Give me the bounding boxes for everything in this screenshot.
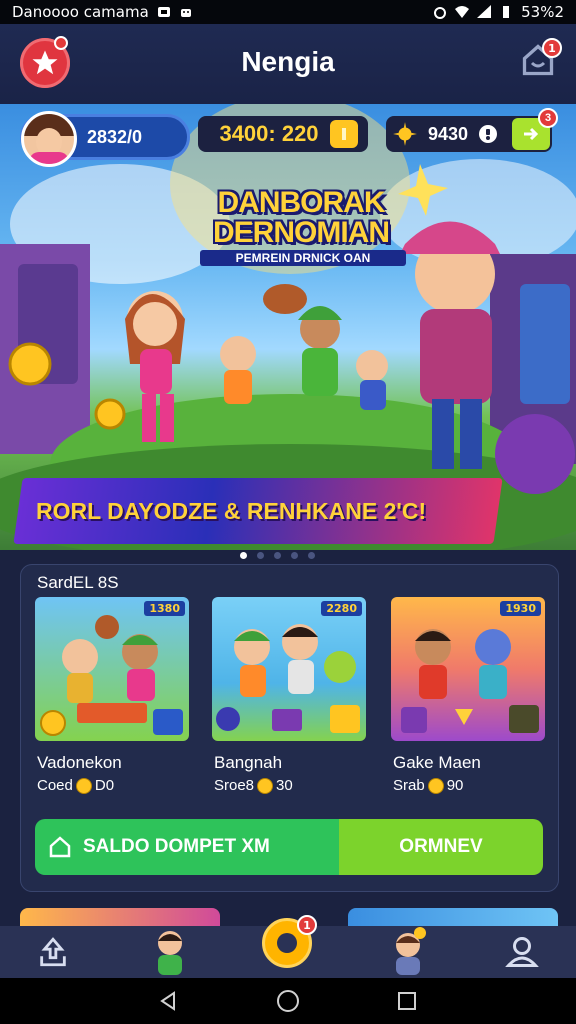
price-label: Coed [37, 777, 73, 794]
profile-icon [505, 937, 539, 967]
card-title: Bangnah [214, 753, 283, 772]
card-badge: 1930 [500, 601, 541, 616]
player-pill[interactable]: 2832/0 [20, 111, 190, 167]
coins-pill[interactable]: 3400: 220 [198, 116, 368, 152]
system-nav-bar [0, 978, 576, 1024]
card-art [401, 629, 539, 733]
info-icon [479, 125, 498, 143]
status-bar: Danoooo camama 53%2 [0, 0, 576, 24]
gems-value: 9430 [428, 123, 469, 144]
price-value: D0 [94, 777, 115, 794]
game-card[interactable]: 2280 Bangnah Sroe8 30 [212, 597, 366, 794]
battery-text: 53%2 [521, 3, 564, 21]
gems-badge: 3 [538, 108, 558, 128]
section-title: SardEL 8S [37, 573, 119, 592]
carousel-dot[interactable] [274, 552, 281, 559]
game-thumbnail: 1380 [35, 597, 189, 741]
promo-text[interactable]: RORL DAYODZE & RENHKANE 2'C! [36, 498, 486, 525]
nav-friends[interactable] [146, 926, 194, 978]
back-icon[interactable] [158, 990, 180, 1012]
app-header: Nengia 1 [0, 24, 576, 104]
bottom-nav: 1 [0, 915, 576, 978]
card-title: Vadonekon [37, 753, 122, 772]
card-price: Sroe8 30 [214, 777, 293, 794]
nav-play-button[interactable]: 1 [262, 915, 317, 968]
coin-icon [257, 777, 274, 794]
sun-gem-icon [393, 122, 417, 146]
upload-icon [40, 937, 66, 967]
wifi-icon [455, 6, 470, 18]
wallet-action-button[interactable]: ORMNEV [339, 819, 543, 875]
card-badge: 2280 [321, 601, 362, 616]
signal-icon [477, 5, 492, 18]
card-art [40, 615, 183, 736]
notification-badge: 1 [542, 38, 562, 58]
currency-bar: 2832/0 3400: 220 9430 3 [20, 108, 558, 167]
coin-icon [427, 777, 444, 794]
home-notification-button[interactable]: 1 [520, 38, 562, 82]
play-badge: 1 [297, 915, 317, 935]
price-label: Sroe8 [214, 777, 255, 794]
game-thumbnail: 2280 [212, 597, 366, 741]
alarm-icon [434, 7, 447, 19]
nav-upload[interactable] [30, 926, 76, 978]
carousel-dot[interactable] [240, 552, 247, 559]
nav-shop[interactable] [384, 926, 432, 978]
character-icon [396, 927, 426, 975]
game-card[interactable]: 1380 Vadonekon Coed D0 [35, 597, 189, 794]
game-thumbnail: 1930 [391, 597, 545, 741]
banner-subtitle: PEMREIN DRNICK OAN [200, 250, 406, 266]
carousel-dot[interactable] [308, 552, 315, 559]
next-card-peek[interactable] [348, 908, 558, 928]
coin-icon [342, 128, 346, 140]
nav-profile[interactable] [498, 926, 546, 978]
card-art [216, 624, 360, 733]
character-icon [158, 931, 182, 975]
next-card-peek[interactable] [20, 908, 220, 928]
card-title: Gake Maen [393, 753, 481, 772]
arrow-right-icon [524, 127, 539, 141]
wallet-balance[interactable]: SALDO DOMPET XM [35, 819, 339, 875]
card-badge: 1380 [144, 601, 185, 616]
games-panel: SardEL 8S 1380 Vadonekon Coed D0 2280 Ba… [20, 564, 559, 892]
price-value: 90 [446, 777, 464, 794]
recents-icon[interactable] [396, 990, 418, 1012]
carousel-dots [240, 552, 315, 559]
avatar[interactable] [21, 111, 77, 167]
wallet-action-label: ORMNEV [399, 836, 483, 857]
status-text: Danoooo camama [12, 3, 149, 21]
banner-title: DANBORAK DERNOMIAN [213, 186, 390, 249]
message-icon [157, 7, 170, 17]
home-icon [49, 836, 71, 858]
coin-icon [75, 777, 92, 794]
gems-pill[interactable]: 9430 3 [386, 108, 558, 152]
wallet-label: SALDO DOMPET XM [83, 836, 270, 857]
price-value: 30 [276, 777, 293, 794]
wallet-button[interactable]: SALDO DOMPET XM ORMNEV [35, 819, 543, 875]
home-circle-icon[interactable] [276, 989, 300, 1013]
price-label: Srab [393, 777, 425, 794]
carousel-dot[interactable] [291, 552, 298, 559]
android-icon [180, 9, 191, 17]
player-value: 2832/0 [87, 126, 143, 147]
card-price: Srab 90 [393, 777, 463, 794]
card-price: Coed D0 [37, 777, 114, 794]
game-card[interactable]: 1930 Gake Maen Srab 90 [391, 597, 545, 794]
carousel-dot[interactable] [257, 552, 264, 559]
page-title: Nengia [241, 46, 335, 77]
coin-add-button[interactable] [330, 120, 358, 148]
coins-value: 3400: 220 [219, 121, 319, 146]
battery-icon [503, 6, 510, 18]
